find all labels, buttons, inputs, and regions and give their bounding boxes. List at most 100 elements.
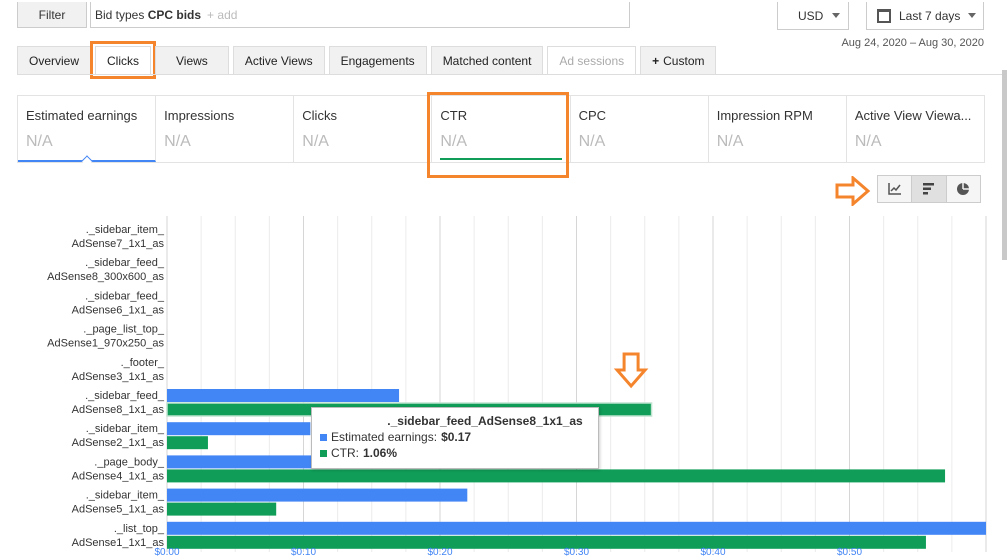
arrow-down-icon [613,352,649,389]
y-tick-label-line1: ._sidebar_feed_ [85,290,165,302]
tooltip-ctr-value: 1.06% [363,446,398,460]
chart-y-labels: ._sidebar_item_ AdSense7_1x1_as ._sidebar_… [47,224,165,549]
bar-earnings[interactable] [167,389,400,402]
y-tick-label-line2: AdSense5_1x1_as [72,504,165,516]
tooltip-row-ctr: CTR: 1.06% [320,446,590,460]
bar-earnings[interactable] [167,488,468,502]
tooltip-ctr-label: CTR: [331,446,359,460]
y-tick-label-line1: ._footer_ [121,357,165,369]
date-range-label: Last 7 days [899,8,961,23]
currency-value: USD [798,8,824,23]
metric-card-impressions[interactable]: Impressions N/A [156,96,295,162]
tab-active-views[interactable]: Active Views [232,46,325,74]
plus-icon: + [652,53,660,68]
calendar-icon [877,8,891,23]
tab-ad-sessions: Ad sessions [547,46,637,74]
y-tick-label-line1: ._page_list_top_ [83,324,165,336]
y-tick-label-line1: ._sidebar_feed_ [85,390,165,402]
metric-title: Impression RPM [716,108,813,123]
y-tick-label-line2: AdSense2_1x1_as [72,437,165,449]
y-tick-label-line1: ._page_body_ [94,456,165,468]
bar-earnings[interactable] [167,455,318,469]
x-tick-label: $0.10 [291,547,316,558]
tab-custom-label: Custom [663,53,705,68]
y-tick-label-line2: AdSense1_970x250_as [47,338,164,350]
tab-engagements[interactable]: Engagements [328,46,427,74]
chart-annotation [613,352,649,389]
bar-ctr[interactable] [167,469,946,483]
x-tick-label: $0.40 [700,547,725,558]
legend-swatch-ctr [320,449,327,457]
pie-chart-button[interactable] [946,176,980,202]
pie-chart-icon [957,183,970,195]
tab-overview[interactable]: Overview [17,46,92,74]
y-tick-label-line2: AdSense1_1x1_as [72,537,165,549]
bar-ctr[interactable] [167,502,277,516]
ctr-highlight-box [427,92,569,178]
tabs-divider [17,74,1002,75]
metric-title: Impressions [164,108,235,123]
bar-chart: ._sidebar_item_ AdSense7_1x1_as ._sidebar_… [47,216,987,558]
arrow-right-icon [835,176,871,206]
bar-ctr[interactable] [167,436,208,450]
legend-swatch-earnings [320,433,327,441]
filter-input[interactable]: Bid types CPC bids + add [90,2,630,28]
chart-type-toggle [877,175,981,203]
metric-value: N/A [164,133,191,150]
metric-card-active-view-viewability[interactable]: Active View Viewa... N/A [847,96,984,162]
metric-card-cpc[interactable]: CPC N/A [571,96,709,162]
tab-custom[interactable]: + Custom [640,46,717,74]
bar-chart-icon [922,183,934,195]
y-tick-label-line1: ._sidebar_item_ [86,423,165,435]
tooltip-title: ._sidebar_feed_AdSense8_1x1_as [387,414,583,428]
date-range-text: Aug 24, 2020 – Aug 30, 2020 [841,37,984,49]
y-tick-label-line2: AdSense8_300x600_as [47,271,164,283]
metric-value: N/A [716,133,744,150]
metric-title: Clicks [302,108,337,123]
tab-views[interactable]: Views [155,46,229,74]
x-tick-label: $0.00 [154,547,179,558]
y-tick-label-line2: AdSense7_1x1_as [72,238,165,250]
filter-chip-prefix: Bid types [95,7,145,22]
bar-chart-button[interactable] [912,176,947,202]
metric-title: Active View Viewa... [854,108,972,123]
metric-value: N/A [854,133,882,150]
metric-card-estimated-earnings[interactable]: Estimated earnings N/A [18,96,157,167]
metric-title: CPC [578,108,607,123]
bar-earnings[interactable] [167,422,311,436]
currency-select[interactable]: USD [777,2,849,30]
filter-chip[interactable]: Bid types CPC bids [95,8,201,22]
tab-matched-content[interactable]: Matched content [430,46,544,74]
y-tick-label-line1: ._list_top_ [114,523,165,535]
metric-card-clicks[interactable]: Clicks N/A [294,96,433,162]
y-tick-label-line2: AdSense3_1x1_as [72,371,165,383]
tooltip-row-earnings: Estimated earnings: $0.17 [320,430,590,444]
y-tick-label-line2: AdSense4_1x1_as [72,470,165,482]
chevron-down-icon [968,13,977,18]
top-toolbar: Filter Bid types CPC bids + add USD Last… [0,0,1007,34]
metric-card-impression-rpm[interactable]: Impression RPM N/A [709,96,847,162]
x-tick-label: $0.30 [564,547,589,558]
filter-button[interactable]: Filter [17,2,87,28]
report-tabs: Overview Clicks Views Active Views Engag… [17,41,717,79]
chevron-down-icon [832,13,840,18]
tooltip-earnings-value: $0.17 [441,430,472,444]
line-chart-button[interactable] [878,176,913,202]
filter-add-placeholder[interactable]: + add [207,8,237,22]
y-tick-label-line2: AdSense6_1x1_as [72,304,165,316]
y-tick-label-line1: ._sidebar_item_ [86,224,165,236]
tooltip-earnings-label: Estimated earnings: [331,430,438,444]
bar-ctr[interactable] [167,535,926,549]
metric-value: N/A [302,133,329,150]
metric-value: N/A [26,133,53,150]
y-tick-label-line2: AdSense8_1x1_as [72,404,165,416]
line-chart-icon [887,183,901,195]
x-tick-label: $0.50 [837,547,862,558]
filter-chip-value: CPC bids [147,7,202,22]
tab-clicks[interactable]: Clicks [90,41,157,79]
bar-earnings[interactable] [167,521,986,535]
metric-value: N/A [578,133,606,150]
selection-notch [80,155,93,167]
date-range-select[interactable]: Last 7 days [866,2,984,30]
y-tick-label-line1: ._sidebar_feed_ [85,257,165,269]
